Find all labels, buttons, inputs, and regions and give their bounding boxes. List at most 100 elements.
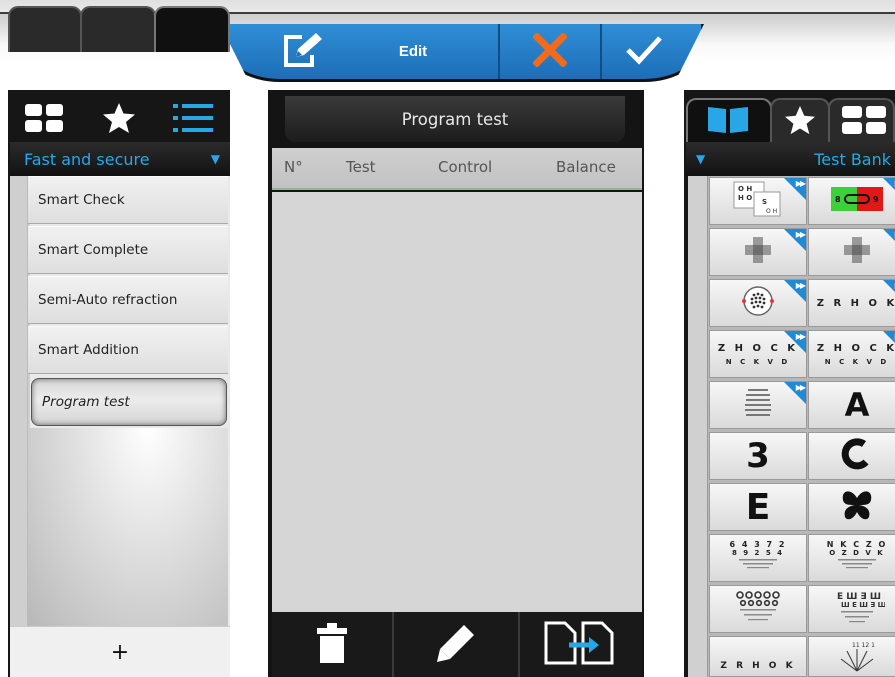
test-tile-e-chart[interactable]: E Ш ∃ Ш E Ш E Ш ∃ Ш bbox=[808, 585, 895, 633]
red-green-test-icon: 8 9 bbox=[829, 183, 885, 219]
list-icon bbox=[171, 102, 215, 138]
small-print-lines-icon bbox=[733, 557, 783, 576]
test-tile-letter-chart[interactable]: N K C Z O O Z D V K bbox=[808, 534, 895, 582]
program-list-gutter bbox=[10, 176, 28, 626]
butterfly-icon bbox=[839, 488, 875, 526]
program-group-dropdown[interactable]: Fast and secure ▼ bbox=[10, 142, 230, 176]
svg-text:S: S bbox=[762, 198, 767, 206]
svg-text:O H: O H bbox=[766, 208, 777, 215]
fast-forward-icon: ▶▶ bbox=[795, 281, 806, 290]
svg-text:11 12 1: 11 12 1 bbox=[852, 642, 875, 649]
program-group-title: Fast and secure bbox=[24, 149, 150, 169]
program-title-text: Program test bbox=[401, 109, 509, 129]
column-header-balance: Balance bbox=[556, 158, 616, 176]
grid-icon bbox=[24, 103, 64, 137]
fast-forward-icon: ▶▶ bbox=[795, 230, 806, 239]
test-tile-polarized-letters[interactable]: O H H O S O H ▶▶ bbox=[709, 177, 807, 225]
test-tile-letters-zhock-2[interactable]: Z H O C K N C K V D ▶▶ bbox=[808, 330, 895, 378]
program-title: Program test bbox=[285, 96, 625, 142]
list-item-label: Program test bbox=[42, 394, 130, 410]
test-bank-dropdown[interactable]: ▼ Test Bank bbox=[686, 142, 895, 176]
tile-corner-badge bbox=[883, 331, 895, 353]
import-test-button[interactable] bbox=[520, 612, 642, 677]
tab-grid[interactable] bbox=[8, 98, 80, 142]
landolt-ring-icon bbox=[840, 437, 874, 475]
list-item-smart-complete[interactable]: Smart Complete bbox=[28, 226, 228, 274]
test-tile-red-green[interactable]: 8 9 ▶▶ bbox=[808, 177, 895, 225]
polarized-letters-icon: O H H O S O H bbox=[732, 180, 784, 222]
test-tile-landolt-c[interactable] bbox=[808, 432, 895, 480]
test-tile-letters-zhock[interactable]: Z H O C K N C K V D ▶▶ bbox=[709, 330, 807, 378]
optotype-letter: A bbox=[844, 386, 870, 424]
list-item-semi-auto-refraction[interactable]: Semi-Auto refraction bbox=[28, 276, 228, 324]
edit-document-button[interactable] bbox=[262, 24, 342, 79]
test-tile-cross-grid-2[interactable]: ▶▶ bbox=[808, 228, 895, 276]
list-item-label: Semi-Auto refraction bbox=[38, 292, 178, 308]
fast-forward-icon: ▶▶ bbox=[795, 332, 806, 341]
cancel-x-icon bbox=[532, 31, 568, 71]
svg-text:Ш E Ш ∃ Ш: Ш E Ш ∃ Ш bbox=[841, 601, 885, 609]
test-tile-dot-circle[interactable]: ▶▶ bbox=[709, 279, 807, 327]
list-item-label: Smart Complete bbox=[38, 242, 149, 258]
list-item-smart-check[interactable]: Smart Check bbox=[28, 176, 228, 224]
tab-test-bank[interactable] bbox=[688, 100, 768, 144]
tumbling-e-chart-icon: E Ш ∃ Ш E Ш E Ш ∃ Ш bbox=[829, 589, 890, 629]
tab-favorites-shape bbox=[80, 6, 156, 52]
import-document-icon bbox=[543, 620, 619, 670]
delete-button[interactable] bbox=[272, 612, 392, 677]
test-bank-title: Test Bank bbox=[814, 149, 891, 169]
fast-forward-icon: ▶▶ bbox=[795, 179, 806, 188]
optotype-line: 6 4 3 7 2 bbox=[729, 540, 787, 549]
dot-circle-icon bbox=[741, 284, 775, 322]
tab-favorites[interactable] bbox=[82, 98, 156, 142]
test-tile-butterfly[interactable] bbox=[808, 483, 895, 531]
optotype-line: N K C Z O bbox=[826, 540, 888, 549]
tile-corner-badge bbox=[883, 178, 895, 200]
chevron-down-icon: ▼ bbox=[696, 152, 706, 166]
optotype-line: N C K V D bbox=[725, 357, 791, 366]
program-list-empty-area bbox=[28, 428, 228, 626]
add-label: + bbox=[110, 639, 130, 665]
cross-grid-icon bbox=[842, 235, 872, 269]
trash-icon bbox=[316, 622, 348, 668]
optotype-line: 8 9 2 5 4 bbox=[731, 549, 785, 557]
edit-button[interactable]: Edit bbox=[368, 24, 458, 79]
add-program-button[interactable]: + bbox=[10, 626, 230, 677]
test-tile-letters-zrhok[interactable]: Z R H O K ▶▶ bbox=[808, 279, 895, 327]
list-item-program-test[interactable]: Program test bbox=[31, 378, 227, 426]
test-tile-cross-grid[interactable]: ▶▶ bbox=[709, 228, 807, 276]
svg-text:8: 8 bbox=[835, 195, 841, 204]
test-tile-astigmatism-dial[interactable]: 11 12 1 bbox=[808, 636, 895, 677]
test-tile-snellen-chart[interactable]: ▶▶ bbox=[709, 381, 807, 429]
tab-grid-shape bbox=[8, 6, 82, 52]
test-tile-number-3[interactable]: 3 bbox=[709, 432, 807, 480]
chevron-down-icon: ▼ bbox=[210, 152, 220, 166]
test-tile-letter-a[interactable]: A bbox=[808, 381, 895, 429]
list-item-smart-addition[interactable]: Smart Addition bbox=[28, 326, 228, 374]
column-header-test: Test bbox=[346, 158, 376, 176]
edit-document-icon bbox=[280, 31, 324, 73]
test-tile-landolt-chart[interactable] bbox=[709, 585, 807, 633]
confirm-button[interactable] bbox=[604, 24, 684, 79]
column-header-number: N° bbox=[284, 158, 303, 176]
astigmatism-dial-icon: 11 12 1 bbox=[837, 637, 877, 676]
fast-forward-icon: ▶▶ bbox=[795, 383, 806, 392]
cancel-button[interactable] bbox=[500, 24, 600, 79]
edit-test-button[interactable] bbox=[394, 612, 518, 677]
snellen-chart-icon bbox=[740, 386, 776, 424]
tile-corner-badge bbox=[883, 229, 895, 251]
toolbar-separator bbox=[600, 24, 602, 79]
cross-grid-icon bbox=[743, 235, 773, 269]
tile-corner-badge bbox=[883, 280, 895, 302]
tab-grid-right[interactable] bbox=[832, 100, 895, 144]
test-tile-number-chart[interactable]: 6 4 3 7 2 8 9 2 5 4 bbox=[709, 534, 807, 582]
optotype-line: N C K V D bbox=[824, 357, 890, 366]
tab-list[interactable] bbox=[156, 98, 230, 142]
tab-favorites-right[interactable] bbox=[772, 100, 828, 144]
star-icon bbox=[784, 105, 816, 139]
test-tile-letters-zrhok-small[interactable]: Z R H O K bbox=[709, 636, 807, 677]
test-tile-letter-e[interactable]: E bbox=[709, 483, 807, 531]
optotype-number: 3 bbox=[746, 436, 770, 476]
svg-text:H O: H O bbox=[738, 194, 752, 202]
test-table-body[interactable] bbox=[272, 192, 642, 612]
